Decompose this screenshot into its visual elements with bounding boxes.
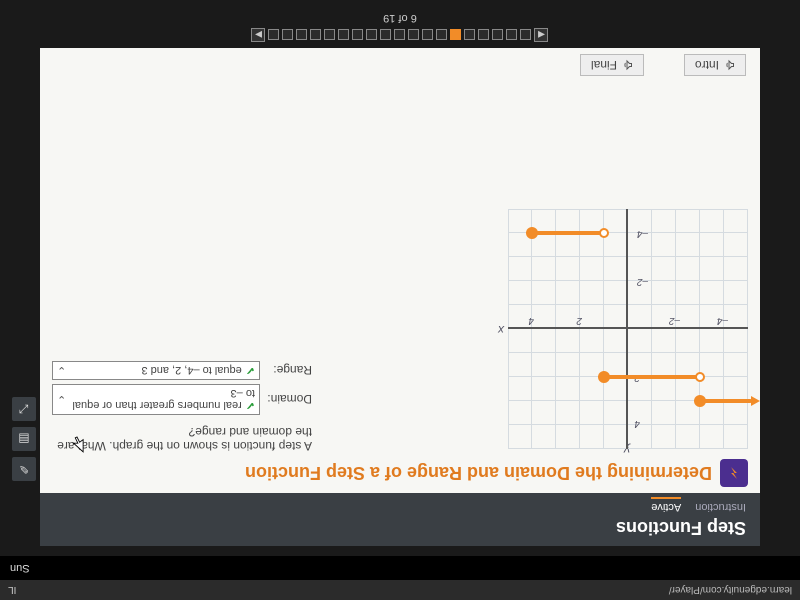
progress-box[interactable]	[367, 30, 378, 41]
domain-dropdown[interactable]: ✔real numbers greater than or equal to –…	[52, 384, 260, 415]
progress-box[interactable]	[479, 30, 490, 41]
y-tick--4: –4	[637, 228, 648, 239]
y-tick-4: 4	[634, 418, 640, 429]
progress-box[interactable]	[269, 30, 280, 41]
open-point-2	[695, 372, 705, 382]
speaker-icon	[723, 59, 735, 71]
next-button[interactable]: ▶	[252, 28, 266, 42]
progress-box[interactable]	[423, 30, 434, 41]
sidebar-tools: ✎ ▤ ⤢	[12, 397, 36, 481]
range-value: equal to –4, 2, and 3	[141, 364, 241, 376]
final-audio-label: Final	[591, 58, 617, 72]
progress-box[interactable]	[311, 30, 322, 41]
expand-icon[interactable]: ⤢	[12, 397, 36, 421]
check-icon: ✔	[246, 399, 255, 411]
progress-box[interactable]	[381, 30, 392, 41]
progress-box-current[interactable]	[451, 30, 462, 41]
progress-box[interactable]	[437, 30, 448, 41]
browser-right-hint: IL	[8, 585, 16, 596]
y-tick--2: –2	[637, 276, 648, 287]
progress-box[interactable]	[395, 30, 406, 41]
intro-audio-label: Intro	[695, 58, 719, 72]
tryit-badge	[720, 459, 748, 487]
speaker-icon	[621, 59, 633, 71]
domain-value: real numbers greater than or equal to –3	[72, 387, 255, 411]
chevron-down-icon: ⌄	[57, 393, 66, 406]
tab-active[interactable]: Active	[651, 497, 681, 515]
highlighter-icon[interactable]: ▤	[12, 427, 36, 451]
final-audio-button[interactable]: Final	[580, 54, 644, 76]
progress-box[interactable]	[465, 30, 476, 41]
open-point-3	[599, 228, 609, 238]
intro-audio-button[interactable]: Intro	[684, 54, 746, 76]
progress-box[interactable]	[325, 30, 336, 41]
pencil-icon[interactable]: ✎	[12, 457, 36, 481]
progress-box[interactable]	[339, 30, 350, 41]
arrow-left-icon	[751, 396, 760, 406]
x-tick--4: –4	[717, 315, 728, 326]
app-header: Sun	[0, 556, 800, 580]
range-label: Range:	[260, 364, 312, 378]
progress-text: 6 of 19	[383, 12, 417, 24]
progress-box[interactable]	[353, 30, 364, 41]
tab-instruction[interactable]: Instruction	[695, 497, 746, 515]
chevron-down-icon: ⌄	[57, 364, 66, 377]
progress-box[interactable]	[283, 30, 294, 41]
progress-box[interactable]	[409, 30, 420, 41]
check-icon: ✔	[246, 364, 255, 376]
x-tick-4: 4	[528, 315, 534, 326]
x-axis-label: x	[498, 323, 504, 337]
progress-box[interactable]	[507, 30, 518, 41]
content-panel: ✎ ▤ ⤢ Determining the Domain and Range o…	[40, 48, 760, 493]
question-text: A step function is shown on the graph. W…	[52, 425, 312, 453]
closed-point-2	[598, 371, 610, 383]
progress-box[interactable]	[493, 30, 504, 41]
step-segment-3	[532, 231, 604, 235]
step-segment-1	[700, 399, 752, 403]
browser-address-bar: learn.edgenuity.com/Player/ IL	[0, 580, 800, 600]
lesson-tabs: Instruction Active	[54, 497, 746, 515]
app-header-right: Sun	[10, 562, 30, 574]
prev-button[interactable]: ◀	[535, 28, 549, 42]
x-tick-2: 2	[576, 315, 582, 326]
progress-box[interactable]	[521, 30, 532, 41]
lesson-title: Step Functions	[54, 517, 746, 538]
lesson-topbar: Step Functions Instruction Active	[40, 493, 760, 546]
step-function-graph: –4 –2 2 4 4 2 –2 –4	[508, 209, 748, 449]
progress-box[interactable]	[297, 30, 308, 41]
audio-row: Intro Final	[40, 48, 760, 82]
url-text: learn.edgenuity.com/Player/	[669, 585, 792, 596]
range-dropdown[interactable]: ✔ equal to –4, 2, and 3 ⌄	[52, 361, 260, 380]
domain-label: Domain:	[260, 393, 312, 407]
progress-nav: ◀ ▶ 6 of	[40, 10, 760, 48]
lesson-heading: Determining the Domain and Range of a St…	[245, 463, 712, 484]
closed-point-3	[526, 227, 538, 239]
x-tick--2: –2	[669, 315, 680, 326]
closed-point-1	[694, 395, 706, 407]
step-segment-2	[604, 375, 700, 379]
